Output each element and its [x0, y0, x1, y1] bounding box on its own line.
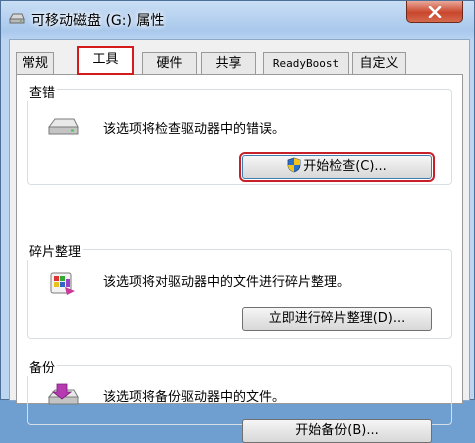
backup-now-label: 开始备份(B)... [295, 423, 379, 438]
backup-icon [47, 383, 79, 411]
tab-hardware[interactable]: 硬件 [142, 52, 197, 74]
defrag-description: 该选项将对驱动器中的文件进行碎片整理。 [103, 275, 351, 290]
properties-window: 可移动磁盘 (G:) 属性 常规 工具 硬件 共享 ReadyBoost 自定义… [0, 0, 475, 443]
drive-check-icon [47, 115, 79, 141]
close-button[interactable] [406, 1, 463, 23]
tab-general[interactable]: 常规 [16, 52, 54, 74]
tab-customize[interactable]: 自定义 [352, 52, 406, 74]
title-bar[interactable]: 可移动磁盘 (G:) 属性 [1, 1, 475, 39]
uac-shield-icon [287, 157, 301, 173]
error-check-title: 查错 [27, 82, 58, 101]
dialog-client-area: 常规 工具 硬件 共享 ReadyBoost 自定义 查错 该选项将检查驱动器中… [9, 39, 470, 443]
error-check-description: 该选项将检查驱动器中的错误。 [103, 122, 286, 137]
defrag-icon [47, 267, 77, 301]
defragment-now-button[interactable]: 立即进行碎片整理(D)... [242, 307, 432, 331]
tab-sharing[interactable]: 共享 [201, 52, 256, 74]
tools-tab-panel: 查错 该选项将检查驱动器中的错误。 开始检查(C)... 碎片整理 该选项将对驱… [16, 74, 463, 443]
close-icon [428, 6, 442, 18]
removable-drive-icon [9, 11, 25, 25]
check-now-button[interactable]: 开始检查(C)... [239, 152, 435, 182]
defragment-now-label: 立即进行碎片整理(D)... [268, 311, 406, 326]
backup-title: 备份 [27, 357, 58, 376]
check-now-label: 开始检查(C)... [303, 159, 387, 174]
backup-description: 该选项将备份驱动器中的文件。 [103, 390, 286, 405]
backup-now-button[interactable]: 开始备份(B)... [242, 419, 432, 443]
tab-tools[interactable]: 工具 [77, 46, 134, 75]
tab-readyboost[interactable]: ReadyBoost [263, 52, 349, 74]
window-title: 可移动磁盘 (G:) 属性 [31, 13, 165, 29]
defrag-title: 碎片整理 [27, 241, 84, 260]
